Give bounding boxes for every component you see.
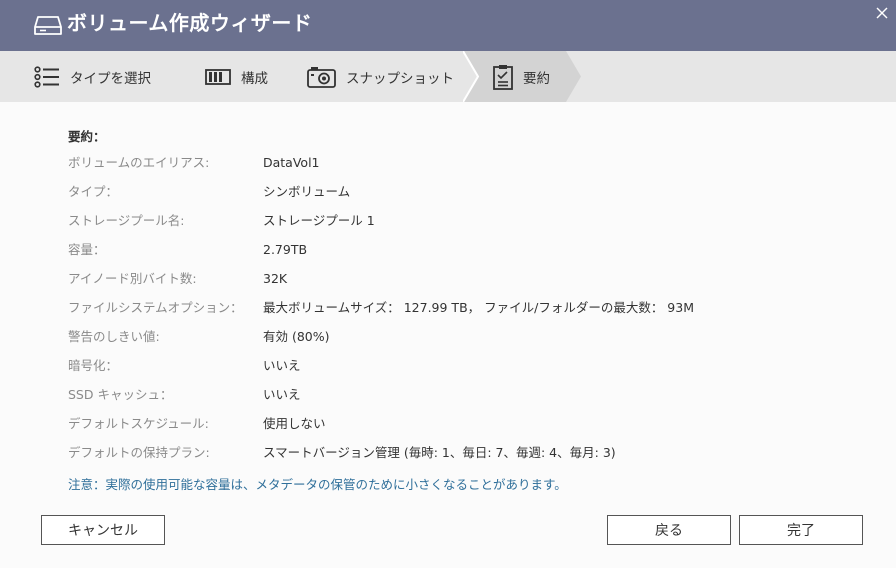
- row-label: アイノード別バイト数:: [68, 271, 197, 286]
- row-value: 有効 (80%): [263, 329, 330, 344]
- row-label: SSD キャッシュ：: [68, 387, 173, 402]
- row-value: いいえ: [263, 387, 301, 402]
- row-label: ファイルシステムオプション：: [68, 300, 243, 315]
- step-snapshot[interactable]: スナップショット: [307, 51, 454, 102]
- row-value: DataVol1: [263, 155, 320, 170]
- step-summary[interactable]: 要約: [493, 51, 550, 102]
- wizard-steps: タイプを選択 構成 スナップショット 要約: [0, 51, 896, 102]
- back-button[interactable]: 戻る: [607, 515, 731, 545]
- step-label: 構成: [241, 70, 268, 87]
- dialog-title: ボリューム作成ウィザード: [67, 11, 313, 35]
- row-value: 最大ボリュームサイズ： 127.99 TB， ファイル/フォルダーの最大数： 9…: [263, 300, 694, 315]
- row-value: 32K: [263, 271, 288, 286]
- row-value: 2.79TB: [263, 242, 308, 257]
- row-label: ボリュームのエイリアス:: [68, 155, 210, 170]
- row-value: 使用しない: [263, 416, 326, 431]
- row-label: 警告のしきい値:: [68, 329, 160, 344]
- step-label: タイプを選択: [70, 70, 151, 87]
- summary-heading: 要約：: [68, 129, 106, 144]
- step-select-type[interactable]: タイプを選択: [34, 51, 151, 102]
- step-configure[interactable]: 構成: [205, 51, 268, 102]
- step-label: スナップショット: [346, 70, 454, 87]
- row-label: デフォルトスケジュール:: [68, 416, 209, 431]
- finish-button[interactable]: 完了: [739, 515, 863, 545]
- volume-creation-wizard-dialog: ボリューム作成ウィザード タイプを選択 構成 スナップショット 要約 要約： ボ…: [0, 0, 896, 568]
- row-label: 容量：: [68, 242, 106, 257]
- clipboard-check-icon: [493, 64, 513, 90]
- capacity-note: 注意：実際の使用可能な容量は、メタデータの保管のために小さくなることがあります。: [68, 477, 567, 492]
- camera-icon: [307, 66, 336, 88]
- config-icon: [205, 68, 231, 85]
- row-value: いいえ: [263, 358, 301, 373]
- drive-icon: [34, 13, 62, 37]
- row-label: タイプ：: [68, 184, 119, 199]
- row-label: デフォルトの保持プラン:: [68, 445, 210, 460]
- row-label: 暗号化：: [68, 358, 119, 373]
- title-bar: ボリューム作成ウィザード: [0, 0, 896, 51]
- row-label: ストレージプール名:: [68, 213, 185, 228]
- row-value: シンボリューム: [263, 184, 351, 199]
- close-icon[interactable]: [874, 5, 890, 21]
- row-value: スマートバージョン管理 (毎時: 1、毎日: 7、毎週: 4、毎月: 3): [263, 445, 616, 460]
- step-label: 要約: [523, 70, 550, 87]
- row-value: ストレージプール 1: [263, 213, 375, 228]
- list-icon: [34, 65, 60, 88]
- cancel-button[interactable]: キャンセル: [41, 515, 165, 545]
